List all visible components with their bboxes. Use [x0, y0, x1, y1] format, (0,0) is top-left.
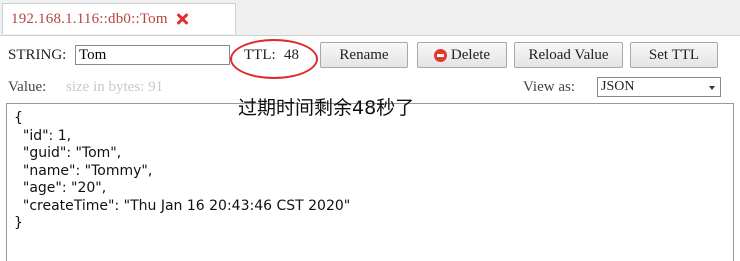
- delete-icon: [433, 48, 447, 62]
- delete-button[interactable]: Delete: [417, 42, 507, 68]
- delete-button-label: Delete: [450, 46, 491, 63]
- code-line: }: [14, 215, 23, 231]
- value-label: Value:: [8, 79, 47, 95]
- reload-value-button[interactable]: Reload Valuе: [514, 42, 623, 68]
- view-as-selected: JSON: [601, 79, 635, 94]
- code-line: "createTime": "Thu Jan 16 20:43:46 CST 2…: [14, 197, 351, 214]
- value-editor[interactable]: { "id": 1, "guid": "Tom", "name": "Tommy…: [6, 103, 734, 261]
- view-as-label: View as:: [523, 79, 576, 95]
- code-line: "age": "20",: [14, 180, 107, 196]
- view-as-select[interactable]: JSON: [597, 77, 721, 97]
- key-tab[interactable]: 192.168.1.116::db0::Tom: [2, 3, 236, 34]
- rename-button[interactable]: Rename: [320, 42, 408, 68]
- ttl-highlight-circle: [230, 39, 318, 79]
- value-size-text: size in bytes: 91: [66, 79, 164, 95]
- chevron-down-icon: [709, 86, 715, 90]
- key-name-input[interactable]: [75, 45, 230, 65]
- code-line: "name": "Tommy",: [14, 162, 153, 179]
- code-line: "id": 1,: [14, 127, 72, 144]
- tab-title: 192.168.1.116::db0::Tom: [11, 10, 168, 27]
- set-ttl-button[interactable]: Set TTL: [630, 42, 718, 68]
- close-icon[interactable]: [175, 12, 189, 26]
- annotation-text: 过期时间剩余48秒了: [238, 97, 415, 119]
- key-toolbar: STRING: TTL: 48 Rename Delete Reload Val…: [0, 39, 740, 79]
- tab-bar: 192.168.1.116::db0::Tom: [0, 0, 740, 36]
- code-line: "guid": "Tom",: [14, 145, 122, 161]
- key-type-label: STRING:: [8, 47, 67, 63]
